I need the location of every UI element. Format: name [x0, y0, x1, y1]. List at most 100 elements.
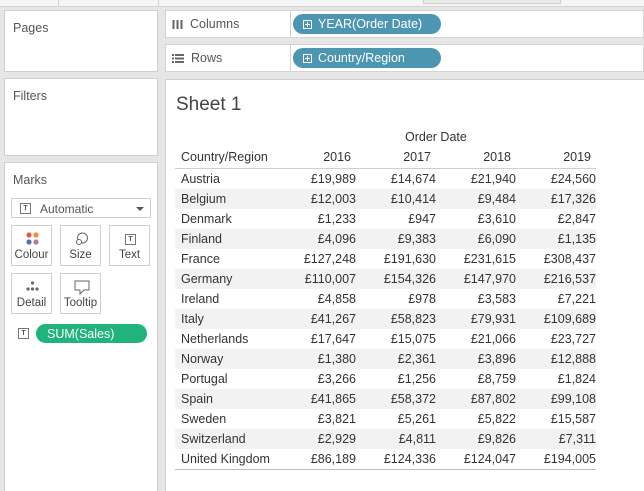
sales-cell[interactable]: £15,587	[516, 412, 596, 426]
sales-cell[interactable]: £1,135	[516, 232, 596, 246]
sales-cell[interactable]: £308,437	[516, 252, 596, 266]
table-row[interactable]: Germany £110,007 £154,326 £147,970 £216,537	[175, 269, 596, 289]
sales-cell[interactable]: £23,727	[516, 332, 596, 346]
sales-cell[interactable]: £58,823	[356, 312, 436, 326]
sales-cell[interactable]: £1,256	[356, 372, 436, 386]
table-row[interactable]: Finland £4,096 £9,383 £6,090 £1,135	[175, 229, 596, 249]
sales-cell[interactable]: £216,537	[516, 272, 596, 286]
sales-cell[interactable]: £19,989	[276, 172, 356, 186]
sales-cell[interactable]: £2,929	[276, 432, 356, 446]
mark-type-dropdown[interactable]: T Automatic	[11, 198, 151, 218]
table-row[interactable]: Netherlands £17,647 £15,075 £21,066 £23,727	[175, 329, 596, 349]
country-region-header: Country/Region	[181, 150, 268, 164]
sales-cell[interactable]: £87,802	[436, 392, 516, 406]
table-row[interactable]: Spain £41,865 £58,372 £87,802 £99,108	[175, 389, 596, 409]
sales-cell[interactable]: £10,414	[356, 192, 436, 206]
rows-label-text: Rows	[191, 51, 223, 65]
sales-cell[interactable]: £12,888	[516, 352, 596, 366]
table-row[interactable]: Italy £41,267 £58,823 £79,931 £109,689	[175, 309, 596, 329]
sales-cell[interactable]: £17,647	[276, 332, 356, 346]
year-header-2019[interactable]: 2019	[521, 150, 591, 164]
tooltip-icon	[74, 280, 90, 295]
sales-cell[interactable]: £947	[356, 212, 436, 226]
table-row[interactable]: Denmark £1,233 £947 £3,610 £2,847	[175, 209, 596, 229]
sales-cell[interactable]: £110,007	[276, 272, 356, 286]
plus-expand-icon[interactable]	[303, 19, 312, 29]
colour-button[interactable]: Colour	[11, 225, 52, 266]
sales-cell[interactable]: £17,326	[516, 192, 596, 206]
table-row[interactable]: Norway £1,380 £2,361 £3,896 £12,888	[175, 349, 596, 369]
table-row[interactable]: Austria £19,989 £14,674 £21,940 £24,560	[175, 169, 596, 189]
sales-cell[interactable]: £8,759	[436, 372, 516, 386]
sales-cell[interactable]: £24,560	[516, 172, 596, 186]
sales-cell[interactable]: £3,821	[276, 412, 356, 426]
sales-cell[interactable]: £9,826	[436, 432, 516, 446]
table-row[interactable]: France £127,248 £191,630 £231,615 £308,437	[175, 249, 596, 269]
columns-shelf[interactable]: Columns YEAR(Order Date)	[165, 10, 644, 38]
sales-cell[interactable]: £1,824	[516, 372, 596, 386]
sales-cell[interactable]: £109,689	[516, 312, 596, 326]
sales-cell[interactable]: £41,865	[276, 392, 356, 406]
table-row[interactable]: Switzerland £2,929 £4,811 £9,826 £7,311	[175, 429, 596, 449]
sales-cell[interactable]: £99,108	[516, 392, 596, 406]
sales-cell[interactable]: £7,221	[516, 292, 596, 306]
sales-cell[interactable]: £12,003	[276, 192, 356, 206]
year-header-2018[interactable]: 2018	[441, 150, 511, 164]
sales-cell[interactable]: £41,267	[276, 312, 356, 326]
sales-cell[interactable]: £194,005	[516, 452, 596, 466]
table-row[interactable]: Ireland £4,858 £978 £3,583 £7,221	[175, 289, 596, 309]
sales-cell[interactable]: £9,383	[356, 232, 436, 246]
sales-cell[interactable]: £14,674	[356, 172, 436, 186]
sales-cell[interactable]: £154,326	[356, 272, 436, 286]
sales-cell[interactable]: £4,811	[356, 432, 436, 446]
filters-card[interactable]: Filters	[4, 78, 158, 156]
sales-cell[interactable]: £4,858	[276, 292, 356, 306]
country-cell: Austria	[181, 172, 220, 186]
tooltip-button[interactable]: Tooltip	[60, 273, 101, 314]
table-row[interactable]: Belgium £12,003 £10,414 £9,484 £17,326	[175, 189, 596, 209]
sales-cell[interactable]: £58,372	[356, 392, 436, 406]
sheet-view[interactable]: Sheet 1 Order Date Country/Region 2016 2…	[165, 79, 644, 491]
sales-cell[interactable]: £147,970	[436, 272, 516, 286]
sales-cell[interactable]: £5,261	[356, 412, 436, 426]
sales-cell[interactable]: £3,610	[436, 212, 516, 226]
sales-cell[interactable]: £2,847	[516, 212, 596, 226]
sales-cell[interactable]: £21,066	[436, 332, 516, 346]
year-header-2016[interactable]: 2016	[281, 150, 351, 164]
sales-cell[interactable]: £1,233	[276, 212, 356, 226]
sales-cell[interactable]: £15,075	[356, 332, 436, 346]
sales-cell[interactable]: £7,311	[516, 432, 596, 446]
sales-cell[interactable]: £191,630	[356, 252, 436, 266]
sales-cell[interactable]: £4,096	[276, 232, 356, 246]
sales-cell[interactable]: £124,047	[436, 452, 516, 466]
sales-cell[interactable]: £3,266	[276, 372, 356, 386]
text-button[interactable]: T Text	[109, 225, 150, 266]
rows-shelf[interactable]: Rows Country/Region	[165, 44, 644, 72]
sales-cell[interactable]: £231,615	[436, 252, 516, 266]
sales-cell[interactable]: £2,361	[356, 352, 436, 366]
year-order-date-pill[interactable]: YEAR(Order Date)	[293, 14, 441, 34]
sales-cell[interactable]: £127,248	[276, 252, 356, 266]
table-row[interactable]: United Kingdom £86,189 £124,336 £124,047 £19…	[175, 449, 596, 469]
sales-cell[interactable]: £21,940	[436, 172, 516, 186]
toolbar-field[interactable]	[423, 0, 561, 4]
sum-sales-pill[interactable]: SUM(Sales)	[36, 324, 147, 343]
table-row[interactable]: Portugal £3,266 £1,256 £8,759 £1,824	[175, 369, 596, 389]
sales-cell[interactable]: £1,380	[276, 352, 356, 366]
pages-card[interactable]: Pages	[4, 10, 158, 72]
table-row[interactable]: Sweden £3,821 £5,261 £5,822 £15,587	[175, 409, 596, 429]
country-region-pill[interactable]: Country/Region	[293, 48, 441, 68]
sales-cell[interactable]: £86,189	[276, 452, 356, 466]
sales-cell[interactable]: £3,896	[436, 352, 516, 366]
sales-cell[interactable]: £79,931	[436, 312, 516, 326]
plus-expand-icon[interactable]	[303, 53, 312, 63]
sales-cell[interactable]: £978	[356, 292, 436, 306]
sales-cell[interactable]: £5,822	[436, 412, 516, 426]
sales-cell[interactable]: £9,484	[436, 192, 516, 206]
detail-button[interactable]: Detail	[11, 273, 52, 314]
size-button[interactable]: Size	[60, 225, 101, 266]
sales-cell[interactable]: £3,583	[436, 292, 516, 306]
sales-cell[interactable]: £124,336	[356, 452, 436, 466]
year-header-2017[interactable]: 2017	[361, 150, 431, 164]
sales-cell[interactable]: £6,090	[436, 232, 516, 246]
